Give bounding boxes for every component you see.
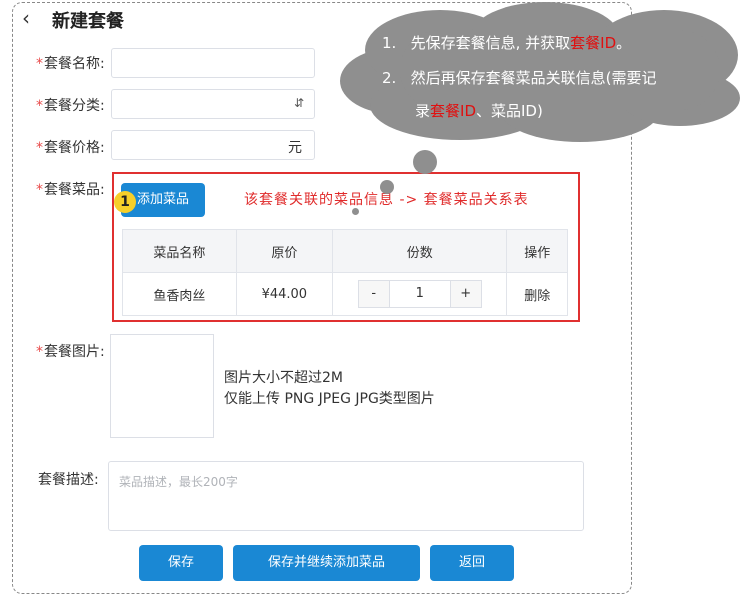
required-mark: * bbox=[36, 140, 43, 156]
dishes-label: *套餐菜品: bbox=[36, 182, 105, 198]
dish-qty-cell: - 1 + bbox=[332, 272, 508, 316]
image-upload-area[interactable] bbox=[110, 334, 214, 438]
callout-tail-dot-large bbox=[413, 150, 437, 174]
name-label: *套餐名称: bbox=[36, 56, 105, 72]
increment-button[interactable]: + bbox=[450, 281, 481, 307]
quantity-stepper: - 1 + bbox=[357, 280, 482, 308]
quantity-value[interactable]: 1 bbox=[388, 281, 451, 307]
category-select[interactable]: ⇵ bbox=[111, 89, 315, 119]
page-title: 新建套餐 bbox=[52, 11, 124, 32]
step-badge: 1 bbox=[114, 191, 136, 213]
description-textarea[interactable]: 菜品描述，最长200字 bbox=[108, 461, 584, 531]
image-type-hint: 仅能上传 PNG JPEG JPG类型图片 bbox=[224, 391, 435, 407]
table-row: 鱼香肉丝 ¥44.00 - 1 + 删除 bbox=[122, 272, 568, 316]
required-mark: * bbox=[36, 344, 43, 360]
table-header-row: 菜品名称 原价 份数 操作 bbox=[122, 229, 568, 273]
required-mark: * bbox=[36, 98, 43, 114]
decrement-button[interactable]: - bbox=[358, 281, 389, 307]
callout-line-3: 录套餐ID、菜品ID) bbox=[415, 102, 543, 120]
image-size-hint: 图片大小不超过2M bbox=[224, 370, 343, 386]
required-mark: * bbox=[36, 182, 43, 198]
col-price: 原价 bbox=[235, 229, 334, 273]
select-arrows-icon: ⇵ bbox=[293, 96, 304, 110]
col-dish-name: 菜品名称 bbox=[122, 229, 237, 273]
dish-table: 菜品名称 原价 份数 操作 鱼香肉丝 ¥44.00 - 1 + 删除 bbox=[122, 229, 568, 316]
callout-line-1: 1. 先保存套餐信息, 并获取套餐ID。 bbox=[382, 34, 632, 52]
delete-link[interactable]: 删除 bbox=[506, 272, 568, 316]
col-quantity: 份数 bbox=[332, 229, 508, 273]
dish-price-cell: ¥44.00 bbox=[235, 272, 334, 316]
desc-label: 套餐描述: bbox=[38, 472, 99, 488]
required-mark: * bbox=[36, 56, 43, 72]
callout-line-2: 2. 然后再保存套餐菜品关联信息(需要记 bbox=[382, 69, 657, 87]
callout-tail-dot-medium bbox=[380, 180, 394, 194]
image-label: *套餐图片: bbox=[36, 344, 105, 360]
category-label: *套餐分类: bbox=[36, 98, 105, 114]
dish-name-cell: 鱼香肉丝 bbox=[122, 272, 237, 316]
back-arrow-icon[interactable]: ‹ bbox=[22, 6, 30, 30]
save-button[interactable]: 保存 bbox=[139, 545, 223, 581]
callout-tail-dot-small bbox=[352, 208, 359, 215]
back-button[interactable]: 返回 bbox=[430, 545, 514, 581]
price-label: *套餐价格: bbox=[36, 140, 105, 156]
price-unit: 元 bbox=[288, 140, 302, 156]
save-continue-button[interactable]: 保存并继续添加菜品 bbox=[233, 545, 420, 581]
col-action: 操作 bbox=[506, 229, 568, 273]
description-placeholder: 菜品描述，最长200字 bbox=[119, 475, 238, 489]
name-input[interactable] bbox=[111, 48, 315, 78]
price-input[interactable]: 元 bbox=[111, 130, 315, 160]
